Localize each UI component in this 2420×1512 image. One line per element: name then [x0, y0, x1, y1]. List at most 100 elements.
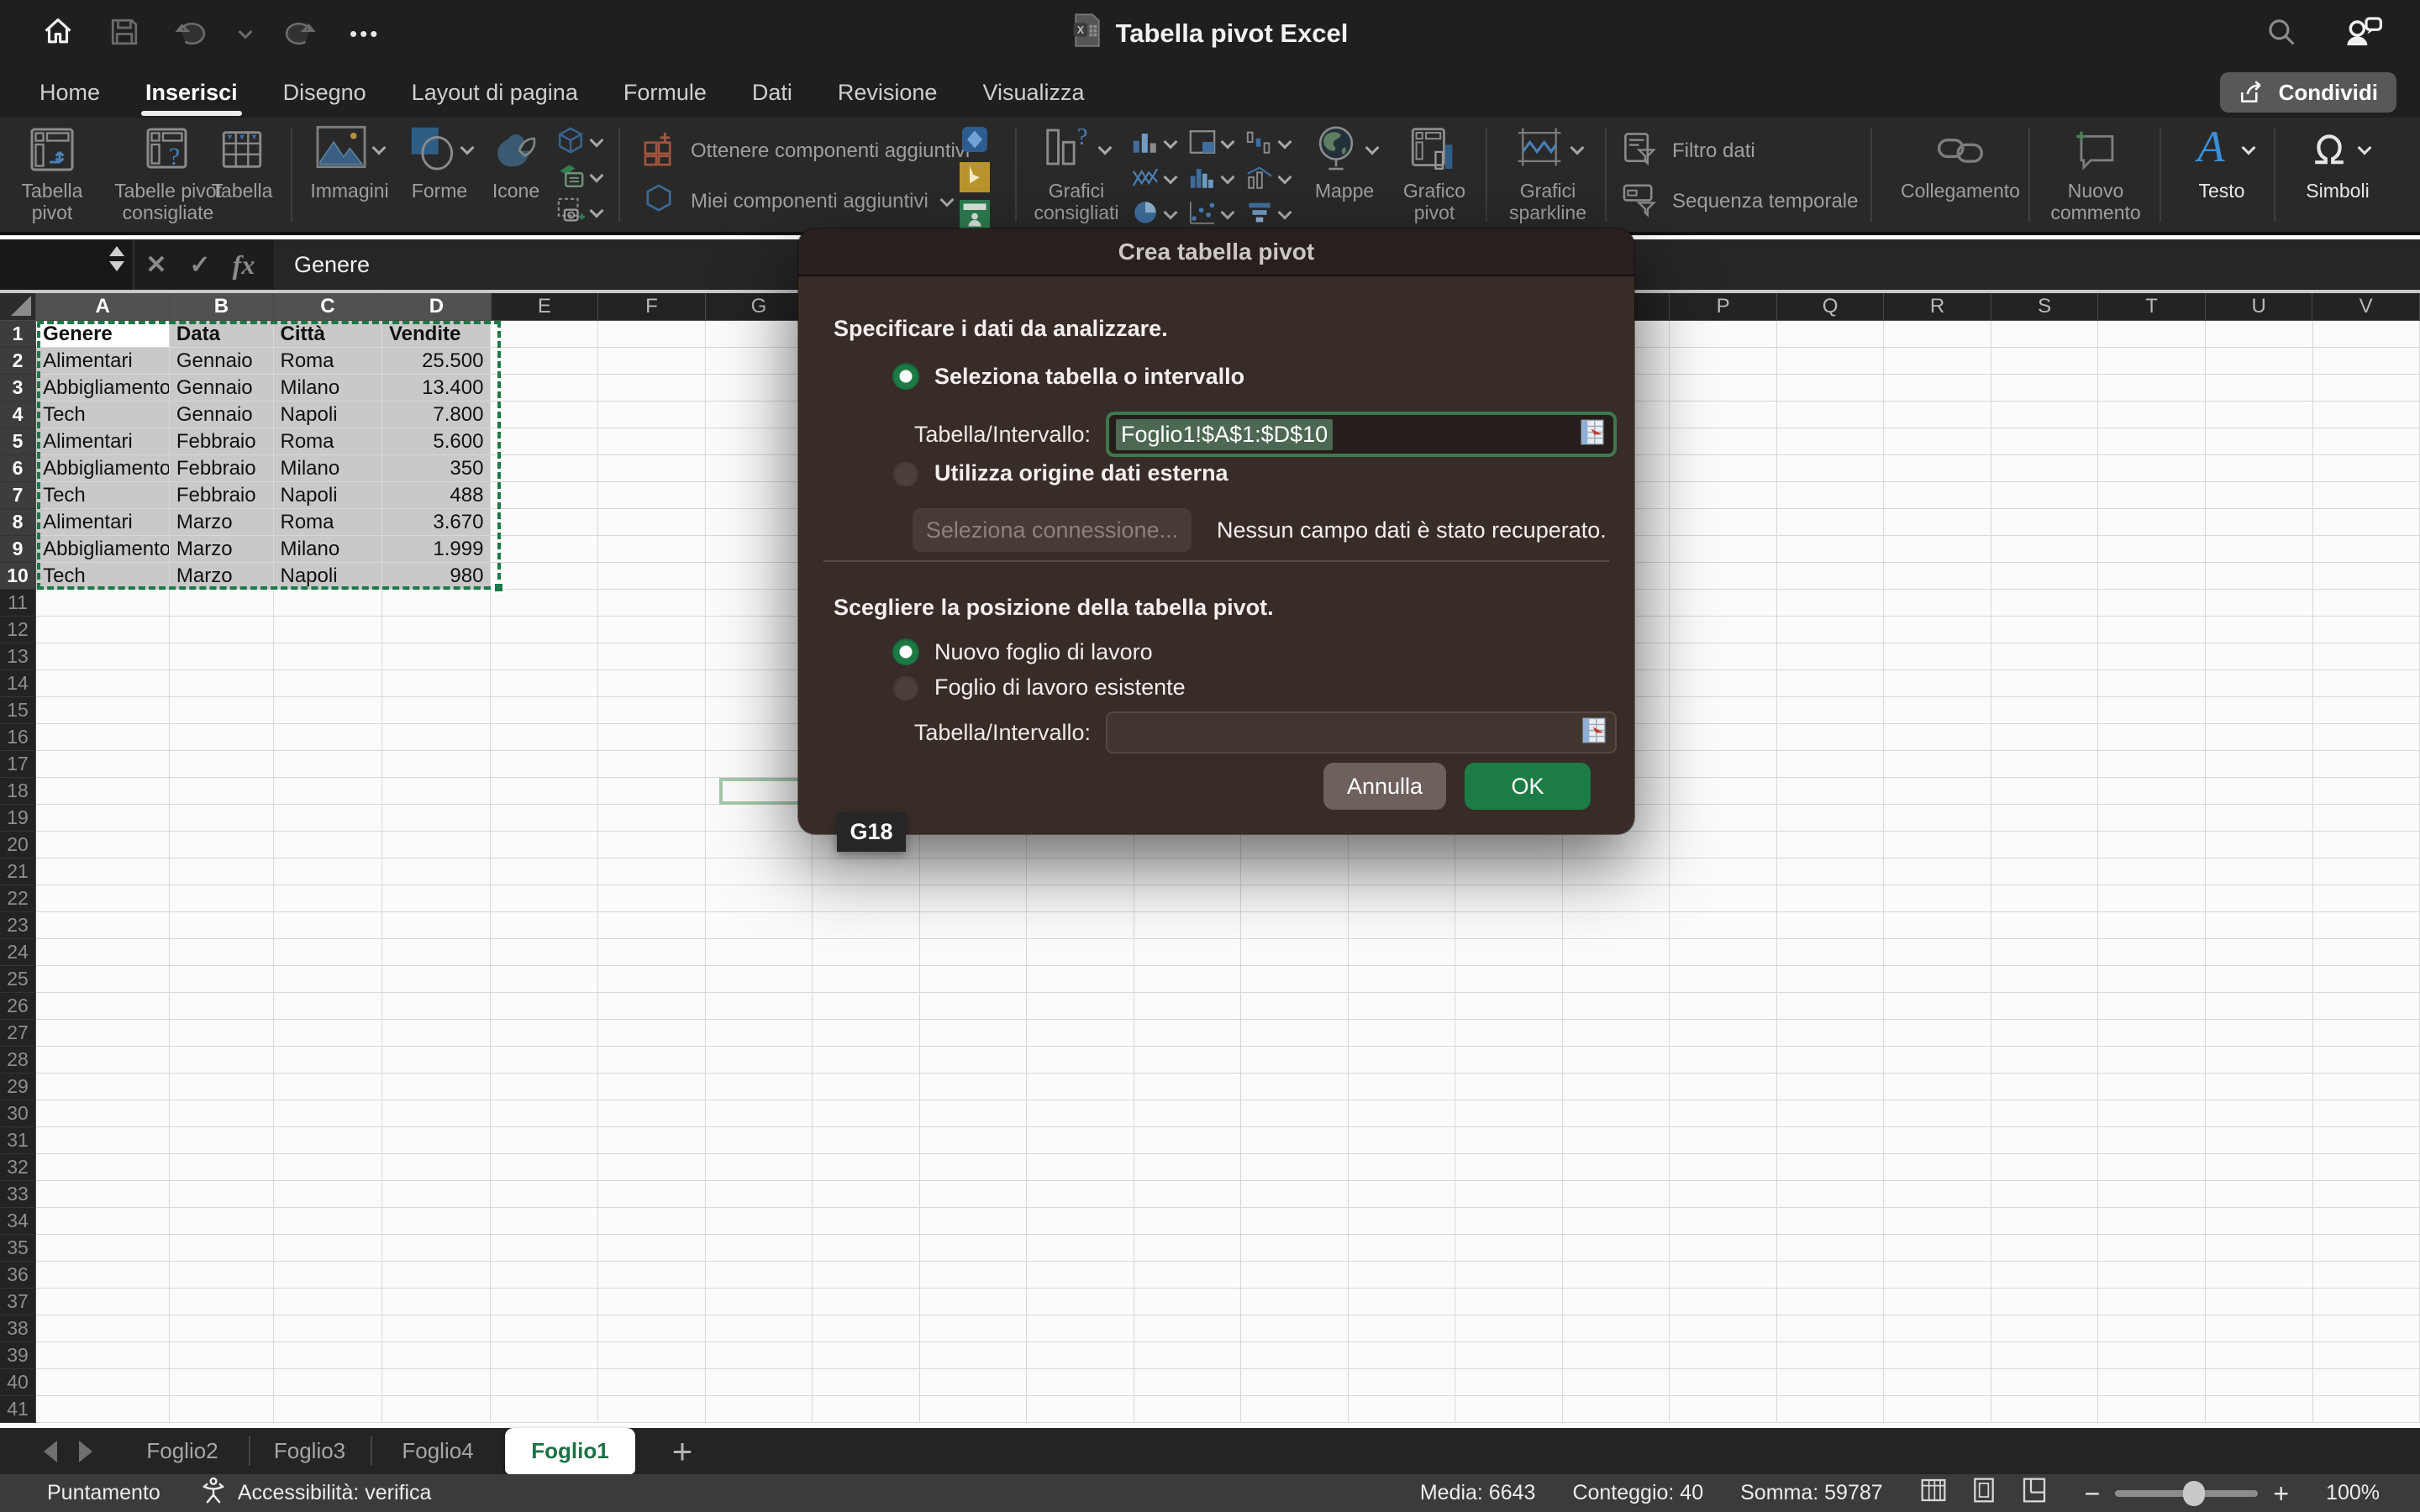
icons-button[interactable]: Icone [482, 123, 550, 202]
mini-treemap-chart-icon[interactable] [1188, 129, 1217, 160]
cell-B1[interactable]: Data [170, 321, 274, 348]
row-header-11[interactable]: 11 [0, 590, 36, 617]
cell-Q9[interactable] [1777, 536, 1885, 563]
cell-B2[interactable]: Gennaio [170, 348, 274, 375]
cell-O31[interactable] [1563, 1127, 1670, 1154]
cell-H30[interactable] [813, 1100, 920, 1127]
cell-E3[interactable] [491, 375, 598, 402]
cell-S36[interactable] [1991, 1262, 2099, 1289]
cell-I25[interactable] [920, 966, 1028, 993]
cell-C11[interactable] [274, 590, 382, 617]
cell-K40[interactable] [1134, 1369, 1242, 1396]
cell-B29[interactable] [170, 1074, 274, 1100]
screenshot-chevron-icon[interactable] [590, 203, 604, 218]
cell-M21[interactable] [1349, 858, 1456, 885]
cancel-entry-icon[interactable]: ✕ [134, 250, 178, 280]
cell-L27[interactable] [1241, 1020, 1349, 1047]
cell-U38[interactable] [2206, 1315, 2313, 1342]
cell-R29[interactable] [1884, 1074, 1991, 1100]
cell-F11[interactable] [598, 590, 706, 617]
cell-T30[interactable] [2098, 1100, 2206, 1127]
select-range-radio-row[interactable]: Seleziona tabella o intervallo [892, 363, 1244, 390]
cell-S27[interactable] [1991, 1020, 2099, 1047]
cell-D19[interactable] [382, 805, 491, 832]
mini-histogram-chart-icon[interactable] [1188, 164, 1217, 195]
cell-L21[interactable] [1241, 858, 1349, 885]
cell-L24[interactable] [1241, 939, 1349, 966]
cell-P15[interactable] [1670, 697, 1777, 724]
cell-T35[interactable] [2098, 1235, 2206, 1262]
cell-I20[interactable] [920, 832, 1028, 858]
cell-E33[interactable] [491, 1181, 598, 1208]
cell-H41[interactable] [813, 1396, 920, 1423]
cell-E27[interactable] [491, 1020, 598, 1047]
cell-S33[interactable] [1991, 1181, 2099, 1208]
name-box[interactable] [0, 239, 134, 290]
cell-G40[interactable] [706, 1369, 813, 1396]
cell-B28[interactable] [170, 1047, 274, 1074]
cell-C25[interactable] [274, 966, 382, 993]
cell-D12[interactable] [382, 617, 491, 643]
cell-K35[interactable] [1134, 1235, 1242, 1262]
cell-P4[interactable] [1670, 402, 1777, 428]
3d-models-chevron-icon[interactable] [590, 133, 604, 147]
cell-R25[interactable] [1884, 966, 1991, 993]
cell-I22[interactable] [920, 885, 1028, 912]
cell-I27[interactable] [920, 1020, 1028, 1047]
cell-C40[interactable] [274, 1369, 382, 1396]
cell-J20[interactable] [1027, 832, 1134, 858]
cell-F3[interactable] [598, 375, 706, 402]
column-header-S[interactable]: S [1991, 293, 2099, 321]
cell-I33[interactable] [920, 1181, 1028, 1208]
cell-S18[interactable] [1991, 778, 2099, 805]
cell-N39[interactable] [1455, 1342, 1563, 1369]
cell-V21[interactable] [2313, 858, 2420, 885]
cell-V33[interactable] [2313, 1181, 2420, 1208]
cell-G33[interactable] [706, 1181, 813, 1208]
normal-view-icon[interactable] [1920, 1477, 1947, 1509]
cell-U32[interactable] [2206, 1154, 2313, 1181]
cell-J25[interactable] [1027, 966, 1134, 993]
cell-V37[interactable] [2313, 1289, 2420, 1315]
cell-A20[interactable] [36, 832, 170, 858]
cell-G30[interactable] [706, 1100, 813, 1127]
cell-T9[interactable] [2098, 536, 2206, 563]
cell-B5[interactable]: Febbraio [170, 428, 274, 455]
cell-U39[interactable] [2206, 1342, 2313, 1369]
images-button[interactable]: Immagini [302, 123, 397, 202]
cell-R20[interactable] [1884, 832, 1991, 858]
sheet-tab-foglio1[interactable]: Foglio1 [505, 1428, 635, 1474]
cell-A41[interactable] [36, 1396, 170, 1423]
cell-E36[interactable] [491, 1262, 598, 1289]
undo-icon[interactable] [173, 14, 208, 54]
cell-A23[interactable] [36, 912, 170, 939]
cell-A34[interactable] [36, 1208, 170, 1235]
cell-I41[interactable] [920, 1396, 1028, 1423]
cell-I36[interactable] [920, 1262, 1028, 1289]
cell-E28[interactable] [491, 1047, 598, 1074]
cell-M32[interactable] [1349, 1154, 1456, 1181]
tab-revisione[interactable]: Revisione [815, 67, 960, 118]
cell-D6[interactable]: 350 [382, 455, 491, 482]
cell-G18[interactable] [706, 778, 813, 805]
cell-V39[interactable] [2313, 1342, 2420, 1369]
smartart-icon[interactable] [556, 161, 585, 194]
cell-D24[interactable] [382, 939, 491, 966]
row-header-3[interactable]: 3 [0, 375, 36, 402]
cell-I21[interactable] [920, 858, 1028, 885]
cell-B10[interactable]: Marzo [170, 563, 274, 590]
cell-D17[interactable] [382, 751, 491, 778]
cell-N28[interactable] [1455, 1047, 1563, 1074]
cell-P22[interactable] [1670, 885, 1777, 912]
cell-Q35[interactable] [1777, 1235, 1885, 1262]
cell-E4[interactable] [491, 402, 598, 428]
cell-Q14[interactable] [1777, 670, 1885, 697]
cell-V3[interactable] [2313, 375, 2420, 402]
cell-E1[interactable] [491, 321, 598, 348]
cell-T15[interactable] [2098, 697, 2206, 724]
cell-A9[interactable]: Abbigliamento [36, 536, 170, 563]
cell-L30[interactable] [1241, 1100, 1349, 1127]
cell-E11[interactable] [491, 590, 598, 617]
cell-M29[interactable] [1349, 1074, 1456, 1100]
cell-A17[interactable] [36, 751, 170, 778]
